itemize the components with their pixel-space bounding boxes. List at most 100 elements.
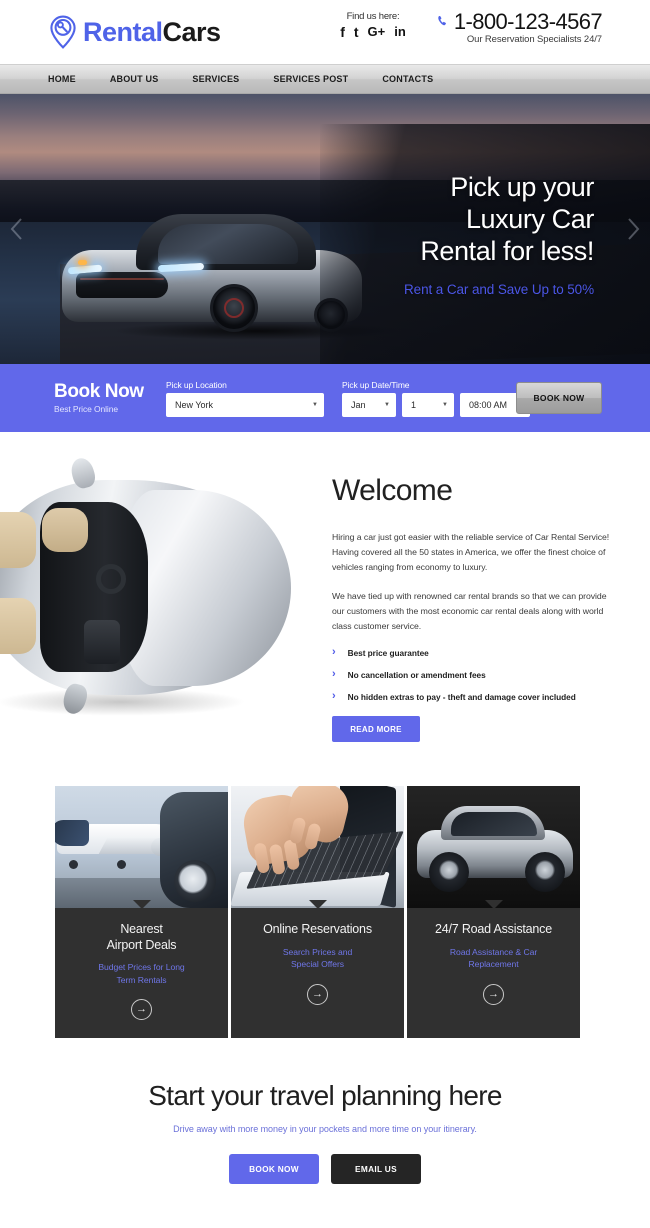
pickup-day-select[interactable]: 1 ▼ xyxy=(402,392,454,417)
read-more-button[interactable]: READ MORE xyxy=(332,716,420,743)
location-pin-key-icon xyxy=(50,15,76,49)
welcome-paragraph-2: We have tied up with renowned car rental… xyxy=(332,590,607,632)
phone-block: 1-800-123-4567 Our Reservation Specialis… xyxy=(437,9,603,46)
chevron-down-icon: ▼ xyxy=(312,401,318,408)
main-navigation: HOME ABOUT US SERVICES SERVICES POST CON… xyxy=(0,64,650,94)
card-title: Online Reservations xyxy=(241,922,394,938)
social-title: Find us here: xyxy=(346,11,400,22)
linkedin-icon[interactable]: in xyxy=(394,25,406,39)
card-image-laptop xyxy=(231,786,404,908)
pickup-day-value: 1 xyxy=(411,399,417,410)
card-subtitle-line2: Term Rentals xyxy=(116,974,167,985)
hero-heading-line3: Rental for less! xyxy=(420,235,594,266)
welcome-section: Welcome Hiring a car just got easier wit… xyxy=(0,432,650,762)
booking-submit-button[interactable]: BOOK NOW xyxy=(516,382,602,414)
list-item: › No hidden extras to pay - theft and da… xyxy=(332,691,612,702)
cta-section: Start your travel planning here Drive aw… xyxy=(0,1038,650,1228)
card-title-line2: Airport Deals xyxy=(106,937,177,952)
pickup-datetime-label: Pick up Date/Time xyxy=(342,379,410,390)
chevron-down-icon: ▼ xyxy=(442,401,448,408)
card-subtitle: Search Prices and Special Offers xyxy=(241,946,394,971)
hero-heading: Pick up your Luxury Car Rental for less! xyxy=(404,172,594,268)
phone-line[interactable]: 1-800-123-4567 xyxy=(437,9,603,34)
booking-title: Book Now xyxy=(54,381,144,403)
cta-heading: Start your travel planning here xyxy=(148,1080,502,1112)
chevron-left-icon[interactable] xyxy=(6,215,28,243)
welcome-content: Welcome Hiring a car just got easier wit… xyxy=(332,474,612,743)
arrow-right-circle-icon[interactable]: → xyxy=(131,999,152,1021)
card-notch xyxy=(132,900,151,908)
card-subtitle: Road Assistance & Car Replacement xyxy=(417,946,570,971)
list-item: › Best price guarantee xyxy=(332,647,612,658)
logo[interactable]: RentalCars xyxy=(48,15,221,49)
card-subtitle-line1: Road Assistance & Car xyxy=(449,946,538,957)
card-notch xyxy=(484,900,503,908)
nav-item-about-us[interactable]: ABOUT US xyxy=(110,74,159,84)
card-title: 24/7 Road Assistance xyxy=(417,922,570,938)
arrow-right-circle-icon[interactable]: → xyxy=(307,983,328,1005)
feature-label: No hidden extras to pay - theft and dama… xyxy=(347,691,576,702)
feature-card-road-assistance[interactable]: 24/7 Road Assistance Road Assistance & C… xyxy=(407,786,580,1039)
feature-card-airport-deals[interactable]: Nearest Airport Deals Budget Prices for … xyxy=(55,786,228,1039)
facebook-icon[interactable]: f xyxy=(340,25,345,39)
chevron-right-icon: › xyxy=(332,646,336,659)
cta-email-us-button[interactable]: EMAIL US xyxy=(331,1154,421,1185)
hero-heading-line2: Luxury Car xyxy=(465,203,594,234)
hero-subtitle: Rent a Car and Save Up to 50% xyxy=(404,281,594,297)
hero-text: Pick up your Luxury Car Rental for less!… xyxy=(404,172,594,297)
cta-book-now-button[interactable]: BOOK NOW xyxy=(229,1154,319,1185)
twitter-icon[interactable]: t xyxy=(354,25,359,39)
nav-item-home[interactable]: HOME xyxy=(48,74,76,84)
pickup-month-select[interactable]: Jan ▼ xyxy=(342,392,396,417)
card-title-line1: 24/7 Road Assistance xyxy=(435,922,552,936)
social-block: Find us here: f t G+ in xyxy=(325,11,421,39)
card-subtitle-line2: Replacement xyxy=(468,959,519,970)
feature-cards: Nearest Airport Deals Budget Prices for … xyxy=(0,786,650,1039)
nav-item-services[interactable]: SERVICES xyxy=(192,74,239,84)
hero-slider: Pick up your Luxury Car Rental for less!… xyxy=(0,94,650,364)
cta-subtitle: Drive away with more money in your pocke… xyxy=(173,1124,477,1135)
feature-label: No cancellation or amendment fees xyxy=(347,669,486,680)
phone-number: 1-800-123-4567 xyxy=(453,9,603,34)
pickup-location-label: Pick up Location xyxy=(166,379,227,390)
card-title-line1: Nearest xyxy=(120,922,163,936)
booking-title-block: Book Now Best Price Online xyxy=(54,382,160,414)
list-item: › No cancellation or amendment fees xyxy=(332,669,612,680)
site-header: RentalCars Find us here: f t G+ in 1-800… xyxy=(0,0,650,64)
booking-subtitle: Best Price Online xyxy=(54,403,118,414)
pickup-month-value: Jan xyxy=(351,399,366,410)
hero-car-image xyxy=(62,214,402,340)
welcome-feature-list: › Best price guarantee › No cancellation… xyxy=(332,647,612,702)
chevron-right-icon[interactable] xyxy=(622,215,644,243)
pickup-location-select[interactable]: New York ▼ xyxy=(166,392,324,417)
chevron-right-icon: › xyxy=(332,690,336,703)
pickup-datetime-group: Pick up Date/Time Jan ▼ 1 ▼ 08:00 AM ▼ xyxy=(342,380,530,417)
pickup-time-value: 08:00 AM xyxy=(469,399,508,410)
feature-label: Best price guarantee xyxy=(347,647,429,658)
arrow-right-circle-icon[interactable]: → xyxy=(483,983,504,1005)
card-subtitle-line2: Special Offers xyxy=(290,959,345,970)
card-subtitle-line1: Budget Prices for Long xyxy=(98,962,185,973)
phone-subtitle: Our Reservation Specialists 24/7 xyxy=(466,34,602,46)
card-subtitle: Budget Prices for Long Term Rentals xyxy=(65,961,218,986)
card-title: Nearest Airport Deals xyxy=(65,922,218,953)
nav-item-contacts[interactable]: CONTACTS xyxy=(382,74,433,84)
phone-icon xyxy=(438,16,446,26)
google-plus-icon[interactable]: G+ xyxy=(368,25,386,39)
card-title-line1: Online Reservations xyxy=(263,922,372,936)
booking-bar: Book Now Best Price Online Pick up Locat… xyxy=(0,364,650,432)
card-subtitle-line1: Search Prices and xyxy=(282,946,353,957)
welcome-heading: Welcome xyxy=(332,474,453,507)
logo-text-primary: Rental xyxy=(83,16,163,47)
page-root: RentalCars Find us here: f t G+ in 1-800… xyxy=(0,0,650,1228)
logo-text: RentalCars xyxy=(83,16,221,47)
feature-card-online-reservations[interactable]: Online Reservations Search Prices and Sp… xyxy=(231,786,404,1039)
chevron-down-icon: ▼ xyxy=(384,401,390,408)
cta-buttons: BOOK NOW EMAIL US xyxy=(0,1154,650,1185)
welcome-car-image xyxy=(0,450,306,730)
pickup-location-value: New York xyxy=(175,399,214,410)
chevron-right-icon: › xyxy=(332,668,336,681)
nav-item-services-post[interactable]: SERVICES POST xyxy=(273,74,348,84)
hero-heading-line1: Pick up your xyxy=(450,172,594,202)
card-notch xyxy=(308,900,327,908)
